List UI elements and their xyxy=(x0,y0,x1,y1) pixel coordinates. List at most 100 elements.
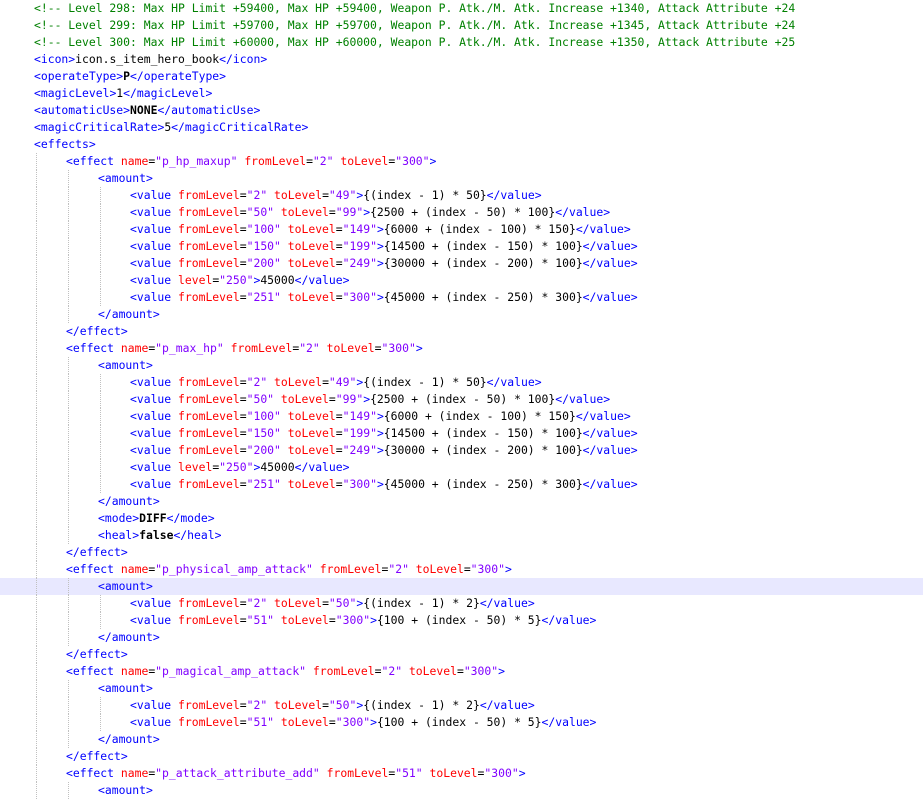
text-content: {30000 + (index - 200) * 100} xyxy=(383,256,583,270)
indent-guide xyxy=(68,595,69,612)
tag-name: value xyxy=(568,205,604,219)
indent-guide xyxy=(68,408,69,425)
tag-name: effect xyxy=(79,545,121,559)
attribute-name: fromLevel xyxy=(178,205,240,219)
code-line[interactable]: <icon>icon.s_item_hero_book</icon> xyxy=(0,51,923,68)
equals-sign: = xyxy=(239,409,247,423)
current-code-line[interactable]: <amount> xyxy=(0,578,923,595)
tag-name: automaticUse xyxy=(40,103,124,117)
tag-bracket: </ xyxy=(157,103,172,117)
code-line[interactable]: <value fromLevel="50" toLevel="99">{2500… xyxy=(0,391,923,408)
code-line[interactable]: </effect> xyxy=(0,544,923,561)
code-line[interactable]: <value fromLevel="50" toLevel="99">{2500… xyxy=(0,204,923,221)
code-line[interactable]: <value fromLevel="251" toLevel="300">{45… xyxy=(0,289,923,306)
code-line[interactable]: <value fromLevel="150" toLevel="199">{14… xyxy=(0,238,923,255)
code-line[interactable]: <magicLevel>1</magicLevel> xyxy=(0,85,923,102)
code-line[interactable]: <automaticUse>NONE</automaticUse> xyxy=(0,102,923,119)
code-line[interactable]: <effect name = "p_magical_amp_attack" from… xyxy=(0,663,923,680)
code-line[interactable]: <value fromLevel="200" toLevel="249">{30… xyxy=(0,442,923,459)
tag-bracket: < xyxy=(98,171,105,185)
attribute-value: "2" xyxy=(246,698,268,712)
code-line[interactable]: <value level="250">45000</value> xyxy=(0,272,923,289)
attribute-name: name xyxy=(120,664,149,678)
indent-guide xyxy=(100,255,101,272)
code-line[interactable]: <value fromLevel="100" toLevel="149">{60… xyxy=(0,221,923,238)
code-line[interactable]: <mode>DIFF</mode> xyxy=(0,510,923,527)
code-line[interactable]: <value fromLevel="2" toLevel="50">{(inde… xyxy=(0,595,923,612)
code-line[interactable]: </effect> xyxy=(0,646,923,663)
code-line[interactable]: <effects> xyxy=(0,136,923,153)
tag-bracket: > xyxy=(376,239,384,253)
code-line[interactable]: </effect> xyxy=(0,748,923,765)
code-line[interactable]: <value fromLevel="150" toLevel="199">{14… xyxy=(0,425,923,442)
xml-comment: <!-- Level 300: Max HP Limit +60000, Max… xyxy=(34,35,796,49)
code-line[interactable]: <magicCriticalRate>5</magicCriticalRate> xyxy=(0,119,923,136)
tag-name: effect xyxy=(79,749,121,763)
code-line[interactable]: </amount> xyxy=(0,629,923,646)
indent-guide xyxy=(100,612,101,629)
code-line[interactable]: </effect> xyxy=(0,323,923,340)
tag-name: value xyxy=(500,188,535,202)
tag-bracket: </ xyxy=(294,460,309,474)
code-line[interactable]: <value fromLevel="2" toLevel="49">{(inde… xyxy=(0,187,923,204)
code-line[interactable]: </amount> xyxy=(0,731,923,748)
equals-sign: = xyxy=(328,715,336,729)
tag-name: magicCriticalRate xyxy=(40,120,158,134)
code-line[interactable]: <value fromLevel="200" toLevel="249">{30… xyxy=(0,255,923,272)
tag-bracket: </ xyxy=(171,120,185,134)
tag-bracket: < xyxy=(130,477,137,491)
code-line[interactable]: <!-- Level 300: Max HP Limit +60000, Max… xyxy=(0,34,923,51)
code-editor[interactable]: <!-- Level 298: Max HP Limit +59400, Max… xyxy=(0,0,923,800)
tag-bracket: > xyxy=(152,307,160,321)
text-content: {14500 + (index - 150) * 100} xyxy=(383,426,583,440)
tag-name: amount xyxy=(111,307,153,321)
tag-bracket: > xyxy=(527,596,535,610)
tag-name: value xyxy=(596,426,631,440)
tag-name: magicCriticalRate xyxy=(184,120,302,134)
text-content: {(index - 1) * 2} xyxy=(363,698,480,712)
equals-sign: = xyxy=(239,613,247,627)
code-line[interactable]: <value fromLevel="251" toLevel="300">{45… xyxy=(0,476,923,493)
tag-name: amount xyxy=(104,783,147,797)
code-line[interactable]: </amount> xyxy=(0,493,923,510)
code-line[interactable]: <heal>false</heal> xyxy=(0,527,923,544)
code-line[interactable]: <effect name="p_attack_attribute_add" fr… xyxy=(0,765,923,782)
code-line[interactable]: <value level="250">45000</value> xyxy=(0,459,923,476)
tag-name: amount xyxy=(104,579,147,593)
code-line[interactable]: <value fromLevel="100" toLevel="149">{60… xyxy=(0,408,923,425)
attribute-name: toLevel xyxy=(408,664,457,678)
text-content: {45000 + (index - 250) * 300} xyxy=(383,290,583,304)
code-line[interactable]: <amount> xyxy=(0,170,923,187)
code-line[interactable]: <amount> xyxy=(0,782,923,799)
code-line[interactable]: <!-- Level 298: Max HP Limit +59400, Max… xyxy=(0,0,923,17)
tag-bracket: </ xyxy=(575,222,590,236)
code-line[interactable]: <value fromLevel="2" toLevel="49">{(inde… xyxy=(0,374,923,391)
code-line[interactable]: <value fromLevel="51" toLevel="300">{100… xyxy=(0,612,923,629)
tag-name: value xyxy=(589,222,624,236)
code-line[interactable]: </amount> xyxy=(0,306,923,323)
attribute-name: toLevel xyxy=(287,409,336,423)
code-line[interactable]: <!-- Level 299: Max HP Limit +59700, Max… xyxy=(0,17,923,34)
attribute-name: toLevel xyxy=(274,188,323,202)
code-line[interactable]: <operateType>P</operateType> xyxy=(0,68,923,85)
code-line[interactable]: <amount> xyxy=(0,680,923,697)
code-line[interactable]: <value fromLevel="2" toLevel="50">{(inde… xyxy=(0,697,923,714)
tag-name: value xyxy=(308,273,343,287)
code-line[interactable]: <effect name="p_hp_maxup" fromLevel="2" … xyxy=(0,153,923,170)
code-line[interactable]: <effect name = "p_physical_amp_attack" fro… xyxy=(0,561,923,578)
code-line[interactable]: <value fromLevel="51" toLevel="300">{100… xyxy=(0,714,923,731)
indent-guide xyxy=(36,731,37,748)
tag-name: heal xyxy=(187,528,215,542)
indent-guide xyxy=(100,221,101,238)
attribute-value: "149" xyxy=(342,222,377,236)
equals-sign: = xyxy=(239,188,247,202)
attribute-name: name xyxy=(120,562,149,576)
code-line[interactable]: <amount> xyxy=(0,357,923,374)
tag-bracket: </ xyxy=(541,613,556,627)
code-line[interactable]: <effect name="p_max_hp" fromLevel="2" to… xyxy=(0,340,923,357)
text-content: {30000 + (index - 200) * 100} xyxy=(383,443,583,457)
